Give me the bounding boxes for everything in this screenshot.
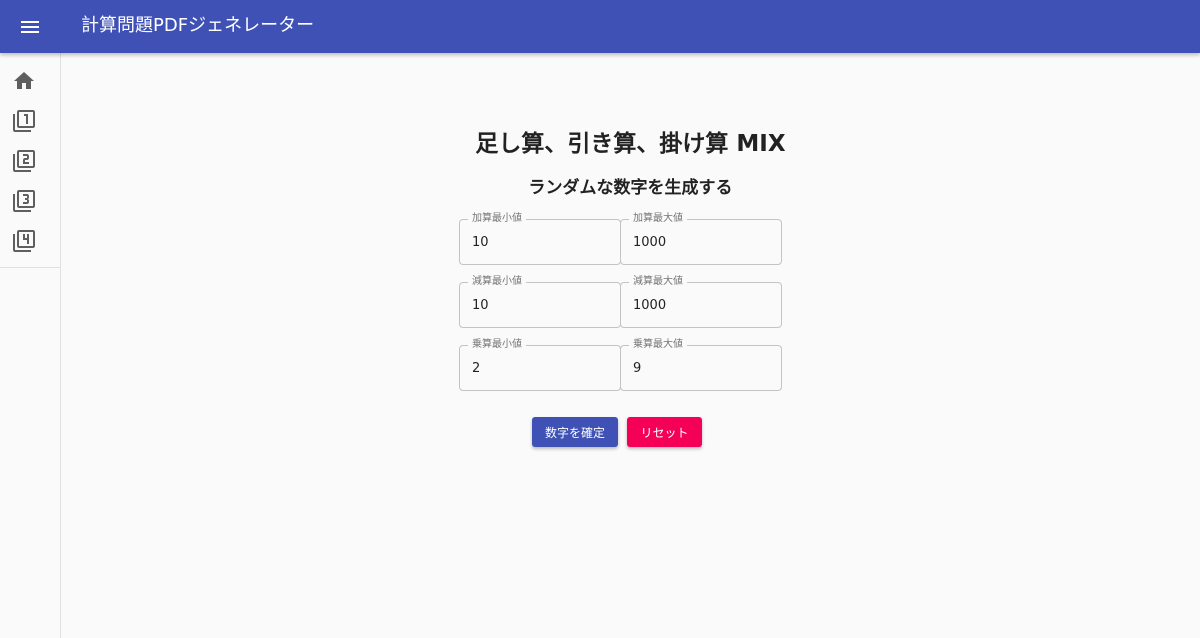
mul-min-field: 乗算最小値	[459, 338, 621, 391]
filter-4-icon	[13, 230, 35, 252]
sub-max-input[interactable]	[633, 293, 769, 317]
drawer-item-home[interactable]	[0, 61, 60, 101]
menu-button[interactable]	[18, 15, 42, 39]
mul-max-field: 乗算最大値	[620, 338, 782, 391]
menu-icon-bar	[21, 31, 39, 33]
sub-min-label: 減算最小値	[468, 275, 526, 289]
menu-icon-bar	[21, 26, 39, 28]
app-bar: 計算問題PDFジェネレーター	[0, 0, 1200, 53]
add-max-label: 加算最大値	[629, 212, 687, 226]
add-max-field: 加算最大値	[620, 212, 782, 265]
sub-max-field: 減算最大値	[620, 275, 782, 328]
menu-icon-bar	[21, 21, 39, 23]
side-drawer	[0, 53, 61, 638]
mul-min-label: 乗算最小値	[468, 338, 526, 352]
confirm-numbers-button[interactable]: 数字を確定	[532, 417, 618, 447]
mul-max-input[interactable]	[633, 356, 769, 380]
reset-button[interactable]: リセット	[627, 417, 702, 447]
filter-2-icon	[13, 150, 35, 172]
app-title: 計算問題PDFジェネレーター	[81, 15, 315, 36]
drawer-list	[0, 61, 60, 268]
drawer-item-4[interactable]	[0, 221, 60, 261]
add-min-label: 加算最小値	[468, 212, 526, 226]
main-content: 足し算、引き算、掛け算 MIX ランダムな数字を生成する 加算最小値 加算最大値…	[61, 53, 1200, 638]
mul-max-label: 乗算最大値	[629, 338, 687, 352]
page-title: 足し算、引き算、掛け算 MIX	[475, 131, 786, 157]
sub-min-input[interactable]	[472, 293, 608, 317]
home-icon	[14, 72, 34, 89]
filter-3-icon	[13, 190, 35, 212]
filter-1-icon	[13, 110, 35, 132]
drawer-item-1[interactable]	[0, 101, 60, 141]
mul-min-input[interactable]	[472, 356, 608, 380]
drawer-item-2[interactable]	[0, 141, 60, 181]
add-min-field: 加算最小値	[459, 212, 621, 265]
add-min-input[interactable]	[472, 230, 608, 254]
page-subtitle: ランダムな数字を生成する	[528, 178, 733, 198]
add-max-input[interactable]	[633, 230, 769, 254]
drawer-item-3[interactable]	[0, 181, 60, 221]
sub-max-label: 減算最大値	[629, 275, 687, 289]
sub-min-field: 減算最小値	[459, 275, 621, 328]
